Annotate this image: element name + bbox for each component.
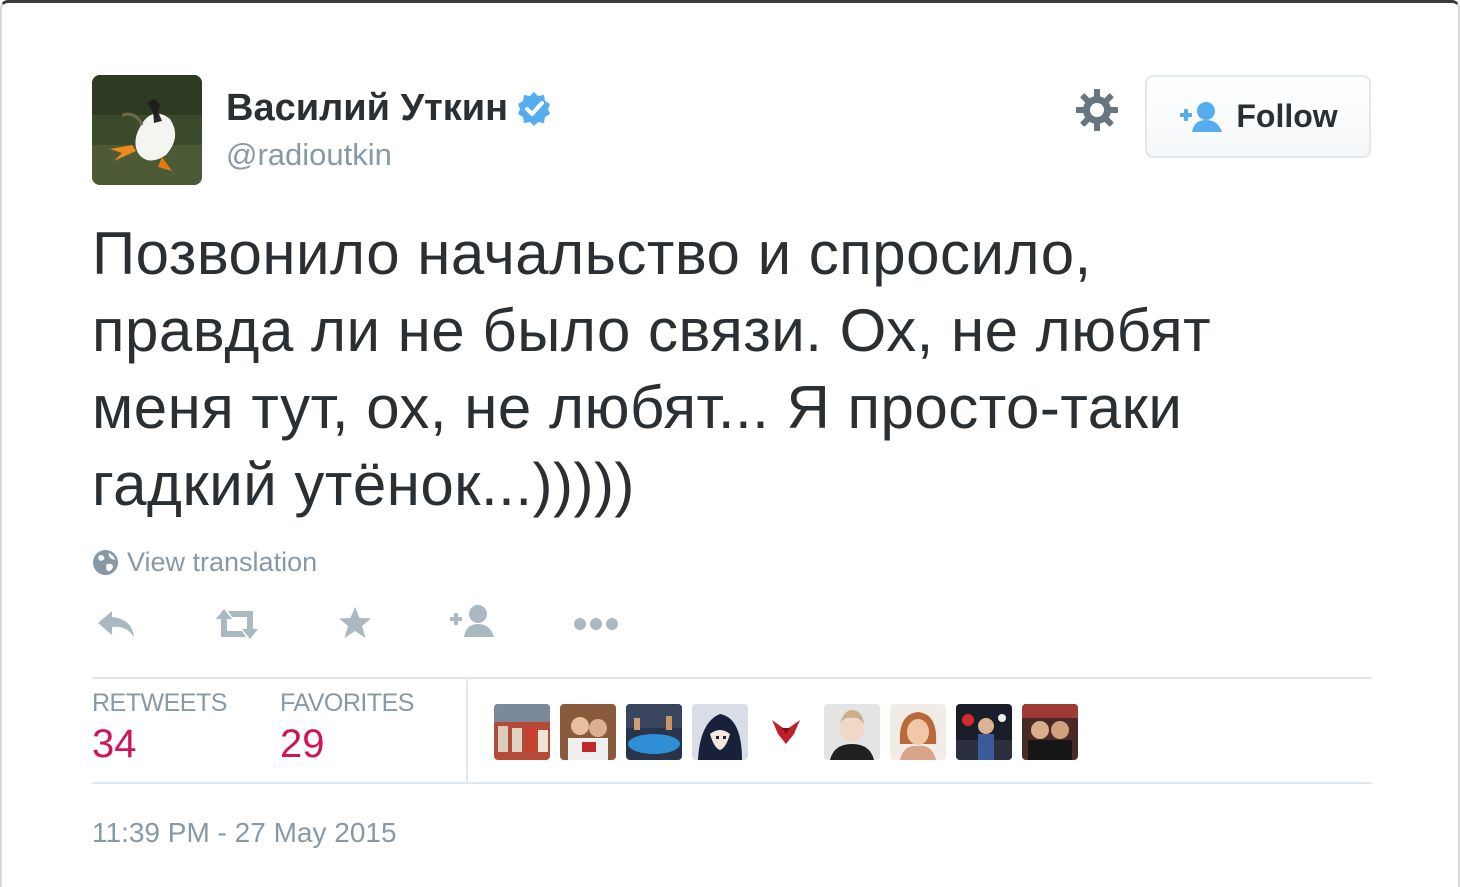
favoriter-avatar[interactable] xyxy=(494,704,550,760)
follow-button[interactable]: Follow xyxy=(1145,75,1371,158)
favoriter-avatar[interactable] xyxy=(560,704,616,760)
reply-icon[interactable] xyxy=(94,601,138,647)
favoriter-avatar[interactable] xyxy=(890,704,946,760)
stats-bottom-divider xyxy=(92,782,1372,784)
author-screen-name[interactable]: @radioutkin xyxy=(226,137,392,173)
favoriter-avatar[interactable] xyxy=(824,704,880,760)
duck-avatar-icon xyxy=(92,75,202,185)
author-name-text: Василий Уткин xyxy=(226,87,509,129)
favoriter-avatar[interactable] xyxy=(626,704,682,760)
retweets-count: 34 xyxy=(92,722,137,766)
tweet-card: Василий Уткин @radioutkin Follow Позвони… xyxy=(0,0,1460,887)
retweets-stat[interactable]: RETWEETS 34 xyxy=(92,689,227,767)
favorites-count: 29 xyxy=(280,722,325,766)
follow-user-icon[interactable] xyxy=(448,601,498,647)
tweet-text: Позвонило начальство и спросило, правда … xyxy=(92,220,1212,518)
retweets-label: RETWEETS xyxy=(92,689,227,717)
favorites-stat[interactable]: FAVORITES 29 xyxy=(280,689,414,767)
view-translation-link[interactable]: View translation xyxy=(92,547,317,578)
favoriter-avatar[interactable] xyxy=(1022,704,1078,760)
follow-button-label: Follow xyxy=(1236,98,1338,134)
stats-separator xyxy=(466,679,468,783)
author-name[interactable]: Василий Уткин xyxy=(226,87,552,130)
globe-icon xyxy=(92,549,119,576)
favorites-label: FAVORITES xyxy=(280,689,414,717)
gear-icon[interactable] xyxy=(1074,87,1120,133)
add-user-icon xyxy=(1180,101,1223,132)
favorite-star-icon[interactable] xyxy=(336,601,374,647)
favoriter-avatar[interactable] xyxy=(956,704,1012,760)
tweet-timestamp[interactable]: 11:39 PM - 27 May 2015 xyxy=(92,817,397,849)
favoriter-avatar[interactable] xyxy=(692,704,748,760)
stats-top-divider xyxy=(92,677,1372,679)
more-dots-icon[interactable] xyxy=(572,601,620,647)
retweet-icon[interactable] xyxy=(212,601,262,647)
view-translation-label: View translation xyxy=(127,547,318,577)
favoriter-avatar[interactable] xyxy=(758,704,814,760)
author-avatar[interactable] xyxy=(92,75,202,185)
verified-badge-icon xyxy=(518,91,551,126)
